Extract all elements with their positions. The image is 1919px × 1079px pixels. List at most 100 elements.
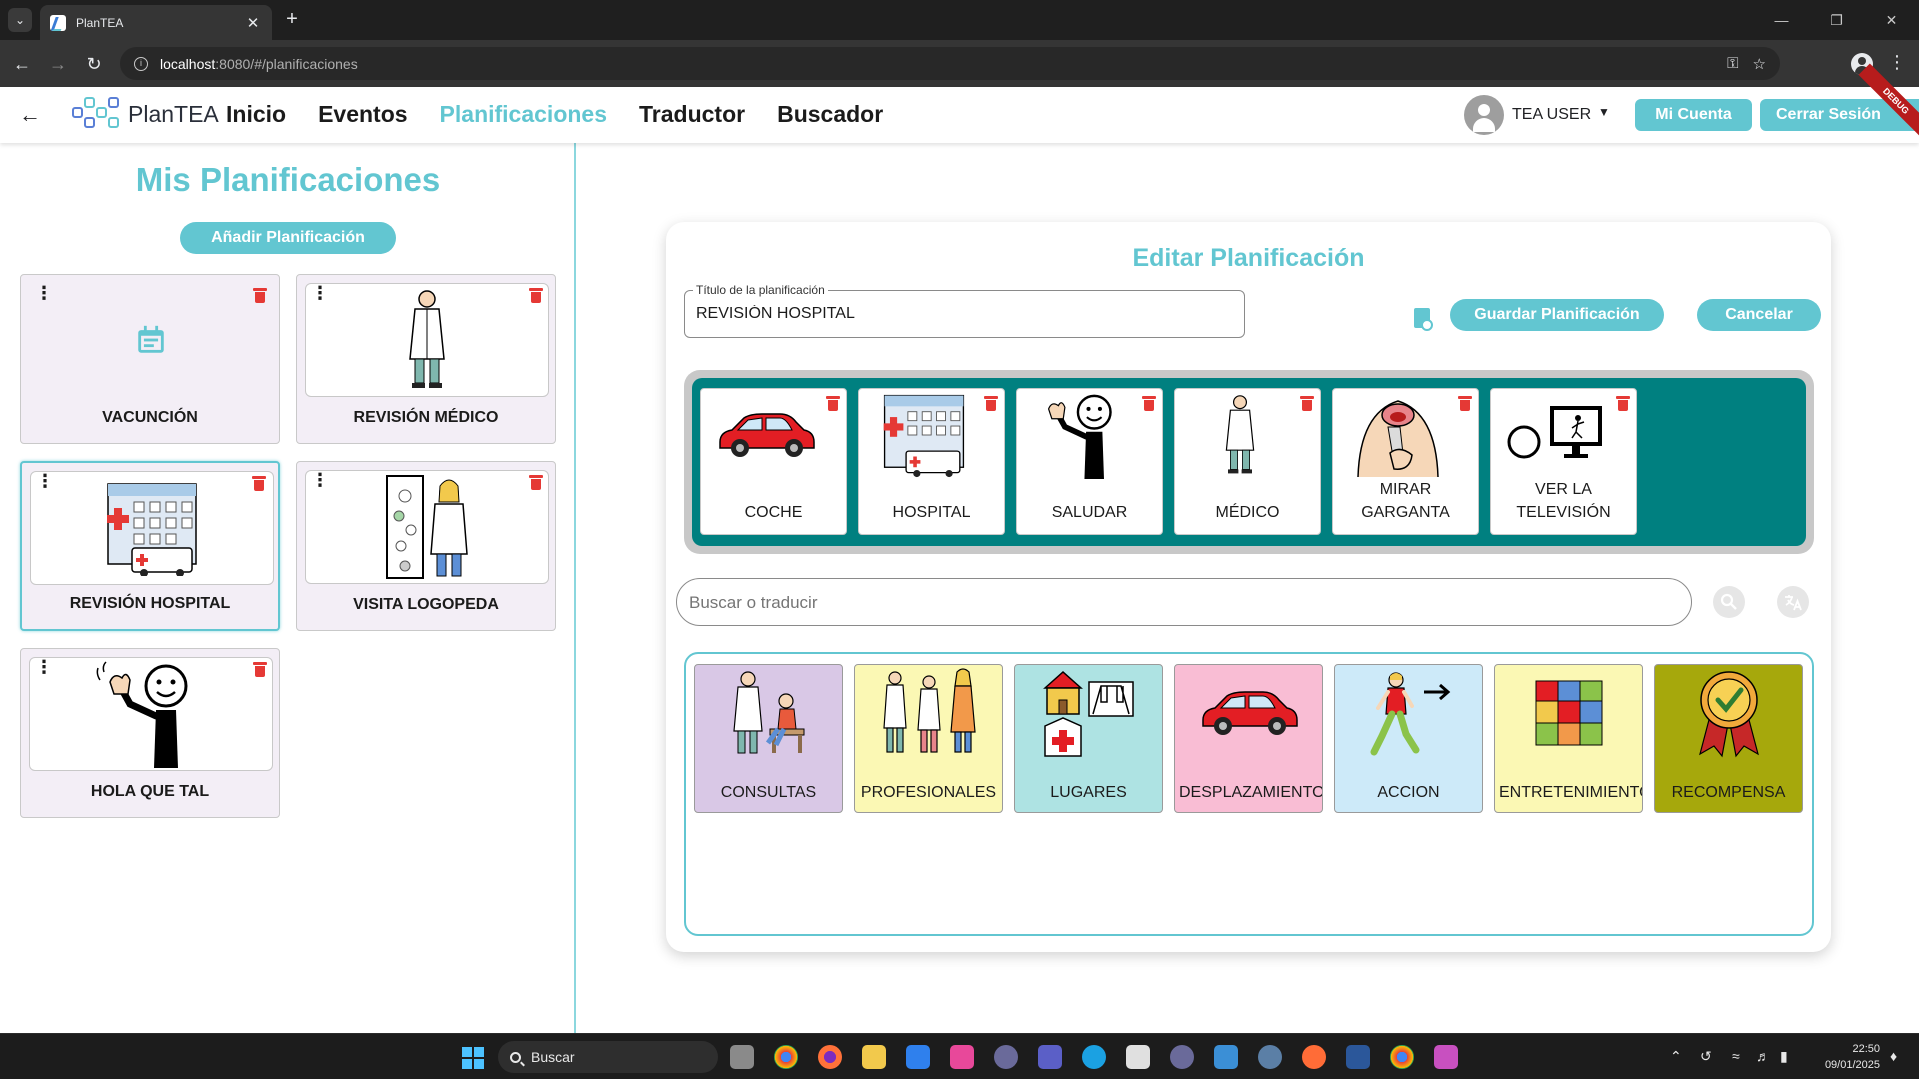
taskbar-clock[interactable]: 22:50 09/01/2025 [1810,1041,1880,1073]
user-avatar-icon[interactable] [1464,95,1504,135]
sequence-card[interactable]: HOSPITAL [858,388,1005,535]
sequence-card[interactable]: VER LA TELEVISIÓN [1490,388,1637,535]
trash-icon[interactable] [984,395,998,411]
kebab-menu-icon[interactable]: ⋮ [35,658,53,677]
browser-tab[interactable]: PlanTEA ✕ [40,5,272,40]
plan-card[interactable]: ⋮ VACUNCIÓN [20,274,280,444]
restore-icon[interactable]: ❐ [1809,0,1864,40]
browser-menu-icon[interactable]: ⋮ [1888,52,1906,73]
kebab-menu-icon[interactable]: ⋮ [36,472,54,491]
category-card[interactable]: CONSULTAS [694,664,843,813]
category-image [1665,669,1793,758]
address-bar[interactable]: i localhost:8080/#/planificaciones ⚿ ☆ [120,47,1780,80]
category-card[interactable]: ENTRETENIMIENTO [1494,664,1643,813]
sequence-card[interactable]: MÉDICO [1174,388,1321,535]
forward-arrow-icon[interactable]: → [46,52,70,76]
nav-traductor[interactable]: Traductor [639,99,745,129]
kebab-menu-icon[interactable]: ⋮ [35,284,53,303]
teams-icon[interactable] [1038,1045,1062,1069]
cancelar-button[interactable]: Cancelar [1697,299,1821,331]
snipping-tool-icon[interactable] [1126,1045,1150,1069]
nav-eventos[interactable]: Eventos [318,99,407,129]
kebab-menu-icon[interactable]: ⋮ [311,284,329,303]
translate-icon[interactable] [1777,586,1809,618]
taskbar-search[interactable]: Buscar [498,1041,718,1073]
trash-icon[interactable] [253,661,267,677]
mi-cuenta-button[interactable]: Mi Cuenta [1635,99,1752,131]
sequence-card[interactable]: SALUDAR [1016,388,1163,535]
nav-planificaciones[interactable]: Planificaciones [440,99,607,129]
chrome-icon[interactable] [774,1045,798,1069]
category-card[interactable]: LUGARES [1014,664,1163,813]
guardar-planificacion-button[interactable]: Guardar Planificación [1450,299,1664,331]
plan-card[interactable]: ⋮ VISITA LOGOPEDA [296,461,556,631]
tab-search-chevron-icon[interactable]: ⌄ [8,8,32,32]
task-view-icon[interactable] [730,1045,754,1069]
windows-start-icon[interactable] [462,1047,484,1069]
category-card[interactable]: RECOMPENSA [1654,664,1803,813]
user-name[interactable]: TEA USER [1512,106,1591,124]
user-dropdown-caret-icon[interactable]: ▼ [1598,105,1610,119]
category-card[interactable]: DESPLAZAMIENTO [1174,664,1323,813]
intellij-icon[interactable] [950,1045,974,1069]
trash-icon[interactable] [1300,395,1314,411]
new-tab-icon[interactable]: + [280,8,304,32]
vscode-icon[interactable] [906,1045,930,1069]
plantea-logo[interactable]: PlanTEA [72,95,219,133]
minimize-icon[interactable]: — [1754,0,1809,40]
sequence-card[interactable]: COCHE [700,388,847,535]
password-key-icon[interactable]: ⚿ [1727,55,1738,72]
trash-icon[interactable] [253,287,267,303]
trash-icon[interactable] [252,475,266,491]
trash-icon[interactable] [1458,395,1472,411]
planificacion-title-field[interactable]: Título de la planificación [684,283,1245,338]
back-arrow-icon[interactable]: ← [10,52,34,76]
file-explorer-icon[interactable] [862,1045,886,1069]
nav-buscador[interactable]: Buscador [777,99,883,129]
trash-icon[interactable] [529,474,543,490]
search-icon[interactable] [1713,586,1745,618]
word-icon[interactable] [1346,1045,1370,1069]
plan-card[interactable]: ⋮ REVISIÓN MÉDICO [296,274,556,444]
category-card[interactable]: PROFESIONALES [854,664,1003,813]
app-icon[interactable] [1170,1045,1194,1069]
bookmark-star-icon[interactable]: ☆ [1753,55,1766,73]
category-card[interactable]: ACCION [1334,664,1483,813]
wifi-icon[interactable]: ≈ [1732,1048,1740,1064]
trash-icon[interactable] [1616,395,1630,411]
tray-app-icon[interactable]: ↺ [1700,1048,1712,1065]
chrome-icon[interactable] [1390,1045,1414,1069]
search-translate-field[interactable] [676,578,1692,626]
sequence-label: COCHE [744,504,803,521]
battery-icon[interactable]: ▮ [1780,1048,1788,1065]
trash-icon[interactable] [1142,395,1156,411]
volume-icon[interactable]: ♬ [1756,1048,1770,1064]
tab-close-icon[interactable]: ✕ [244,14,262,32]
edge-icon[interactable] [1082,1045,1106,1069]
reload-icon[interactable]: ↻ [82,52,106,76]
trash-icon[interactable] [529,287,543,303]
nav-inicio[interactable]: Inicio [226,99,286,129]
kebab-menu-icon[interactable]: ⋮ [311,471,329,490]
postman-icon[interactable] [1302,1045,1326,1069]
planificacion-title-input[interactable] [696,305,1226,323]
notifications-bell-icon[interactable]: ♦ [1890,1048,1897,1064]
sequence-card[interactable]: MIRAR GARGANTA [1332,388,1479,535]
plan-card-selected[interactable]: ⋮ REVISIÓN HOSPITAL [20,461,280,631]
app-icon[interactable] [994,1045,1018,1069]
firefox-icon[interactable] [818,1045,842,1069]
add-planificacion-button[interactable]: Añadir Planificación [180,222,396,254]
plan-card[interactable]: ⋮ HOLA QUE TAL [20,648,280,818]
search-translate-input[interactable] [689,593,1669,613]
trash-icon[interactable] [826,395,840,411]
postgres-icon[interactable] [1258,1045,1282,1069]
tray-chevron-up-icon[interactable]: ⌃ [1670,1048,1682,1065]
clipchamp-icon[interactable] [1434,1045,1458,1069]
planificaciones-panel: Mis Planificaciones Añadir Planificación… [0,143,576,1033]
export-document-icon[interactable] [1414,308,1433,331]
notepad-icon[interactable] [1214,1045,1238,1069]
close-window-icon[interactable]: ✕ [1864,0,1919,40]
category-label: DESPLAZAMIENTO [1179,784,1323,801]
back-arrow-icon[interactable]: ← [16,101,44,129]
site-info-icon[interactable]: i [134,56,148,71]
